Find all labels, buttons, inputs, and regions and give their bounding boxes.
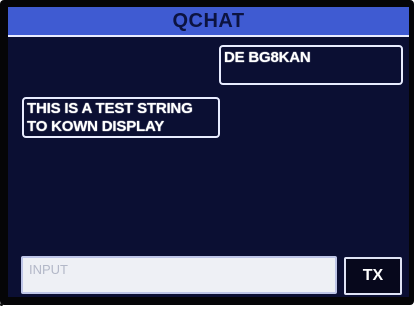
message-input[interactable]: INPUT <box>21 256 337 294</box>
message-text-line: THIS IS A TEST STRING <box>27 100 193 117</box>
message-bubble-outgoing: DE BG8KAN <box>219 45 403 85</box>
message-bubble-incoming: THIS IS A TEST STRING TO KOWN DISPLAY <box>22 97 220 138</box>
decorative-dot <box>0 303 3 306</box>
app-title: QCHAT <box>172 9 245 32</box>
device-bezel: QCHAT DE BG8KAN THIS IS A TEST STRING TO… <box>0 0 414 305</box>
transmit-button-label: TX <box>362 267 384 284</box>
transmit-button[interactable]: TX <box>344 257 402 295</box>
input-placeholder: INPUT <box>29 262 68 277</box>
title-bar: QCHAT <box>8 7 409 37</box>
message-text-line: DE BG8KAN <box>224 49 311 66</box>
message-text-line: TO KOWN DISPLAY <box>27 118 165 135</box>
display-screen: QCHAT DE BG8KAN THIS IS A TEST STRING TO… <box>8 7 409 297</box>
